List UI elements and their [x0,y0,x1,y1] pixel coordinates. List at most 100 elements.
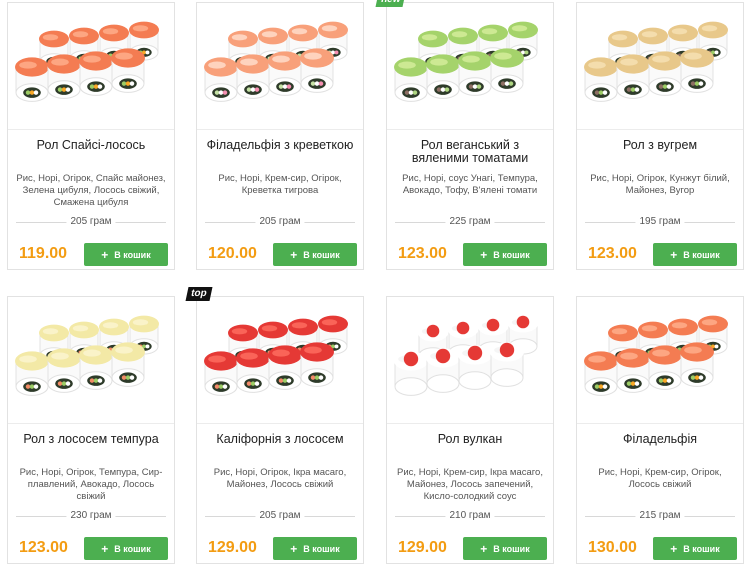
weight-row: 210 грам [395,509,545,523]
product-ingredients: Рис, Норі, Огірок, Спайс майонез, Зелена… [16,173,166,208]
weight-row: 195 грам [585,215,735,229]
product-card[interactable]: Рол з вугрем Рис, Норі, Огірок, Кунжут бі… [576,2,744,270]
product-card[interactable]: Рол вулкан Рис, Норі, Крем-сир, Ікра маса… [386,296,554,564]
divider [387,423,553,424]
product-ingredients: Рис, Норі, Огірок, Кунжут білий, Майонез… [590,173,730,196]
divider [8,129,174,130]
sushi-roll-image [584,21,728,102]
product-image[interactable] [577,3,743,129]
add-to-cart-button[interactable]: + В кошик [84,537,168,560]
product-ingredients: Рис, Норі, Огірок, Ікра масаго, Майонез,… [213,467,347,490]
product-card[interactable]: Філадельфія Рис, Норі, Крем-сир, Огірок, … [576,296,744,564]
add-to-cart-button[interactable]: + В кошик [653,243,737,266]
product-ingredients: Рис, Норі, Крем-сир, Огірок, Лосось свіж… [598,467,722,490]
product-title[interactable]: Рол вулкан [393,433,547,467]
product-card[interactable]: top Каліфорнія з лососем Рис, Норі, Огірок… [185,287,364,564]
sushi-roll-image [204,315,348,396]
plus-icon: + [101,541,109,556]
product-ingredients: Рис, Норі, Огірок, Темпура, Сир-плавлени… [19,467,163,502]
product-weight: 205 грам [66,215,116,229]
plus-icon: + [480,541,488,556]
add-to-cart-label: В кошик [683,543,720,554]
add-to-cart-label: В кошик [303,543,340,554]
add-to-cart-label: В кошик [114,543,151,554]
divider [387,129,553,130]
product-title[interactable]: Каліфорнія з лососем [203,433,357,467]
divider [197,423,363,424]
add-to-cart-button[interactable]: + В кошик [463,243,547,266]
plus-icon: + [670,247,678,262]
divider [8,423,174,424]
product-card[interactable]: Рол з лососем темпура Рис, Норі, Огірок, … [7,296,175,564]
product-price: 129.00 [208,539,257,556]
add-to-cart-button[interactable]: + В кошик [273,537,357,560]
product-image[interactable] [197,3,363,129]
top-badge: top [185,287,213,301]
price-row: 123.00грн.+В кошик [585,243,737,267]
product-card[interactable]: Рол Спайсі-лосось Рис, Норі, Огірок, Спай… [7,2,175,270]
product-ingredients: Рис, Норі, Крем-сир, Огірок, Креветка ти… [218,173,342,196]
product-title[interactable]: Рол з лососем темпура [14,433,168,467]
plus-icon: + [670,541,678,556]
product-price: 129.00 [398,539,447,556]
weight-row: 205 грам [16,215,166,229]
sushi-roll-image [394,21,538,102]
product-image[interactable] [8,297,174,423]
weight-row: 225 грам [395,215,545,229]
product-title[interactable]: Рол Спайсі-лосось [14,139,168,173]
add-to-cart-label: В кошик [114,249,151,260]
product-image[interactable] [197,297,363,423]
add-to-cart-label: В кошик [683,249,720,260]
product-ingredients: Рис, Норі, Крем-сир, Ікра масаго, Майоне… [397,467,543,502]
price-row: 129.00грн.+В кошик [395,537,547,561]
sushi-roll-image [584,315,728,396]
plus-icon: + [480,247,488,262]
add-to-cart-label: В кошик [303,249,340,260]
new-badge: new [375,0,406,7]
product-title[interactable]: Філадельфія [583,433,737,467]
add-to-cart-button[interactable]: + В кошик [463,537,547,560]
add-to-cart-button[interactable]: + В кошик [653,537,737,560]
product-title[interactable]: Рол веганський з вяленими томатами [393,139,547,173]
price-row: 130.00грн.+В кошик [585,537,737,561]
divider [577,423,743,424]
weight-row: 205 грам [205,509,355,523]
product-weight: 205 грам [255,509,305,523]
product-weight: 225 грам [445,215,495,229]
product-price: 120.00 [208,245,257,262]
divider [577,129,743,130]
plus-icon: + [101,247,109,262]
price-row: 120.00грн.+В кошик [205,243,357,267]
product-image[interactable] [387,3,553,129]
product-ingredients: Рис, Норі, соус Унагі, Темпура, Авокадо,… [402,173,538,196]
product-image[interactable] [8,3,174,129]
product-card[interactable]: Філадельфія з креветкою Рис, Норі, Крем-с… [196,2,364,270]
price-row: 119.00грн.+В кошик [16,243,168,267]
product-weight: 215 грам [635,509,685,523]
product-price: 119.00 [19,245,68,262]
product-price: 123.00 [398,245,447,262]
sushi-roll-image [394,315,538,396]
price-row: 129.00грн.+В кошик [205,537,357,561]
weight-row: 230 грам [16,509,166,523]
product-weight: 195 грам [635,215,685,229]
sushi-roll-image [204,21,348,102]
add-to-cart-button[interactable]: + В кошик [273,243,357,266]
product-title[interactable]: Філадельфія з креветкою [203,139,357,173]
plus-icon: + [290,247,298,262]
add-to-cart-label: В кошик [493,543,530,554]
plus-icon: + [290,541,298,556]
add-to-cart-button[interactable]: + В кошик [84,243,168,266]
add-to-cart-label: В кошик [493,249,530,260]
product-title[interactable]: Рол з вугрем [583,139,737,173]
price-row: 123.00грн.+В кошик [395,243,547,267]
product-price: 123.00 [19,539,68,556]
divider [197,129,363,130]
product-price: 123.00 [588,245,637,262]
product-price: 130.00 [588,539,637,556]
sushi-roll-image [15,21,159,102]
product-card[interactable]: new Рол веганський з вяленими томатамиРис… [375,0,554,270]
product-image[interactable] [577,297,743,423]
product-image[interactable] [387,297,553,423]
price-row: 123.00грн.+В кошик [16,537,168,561]
